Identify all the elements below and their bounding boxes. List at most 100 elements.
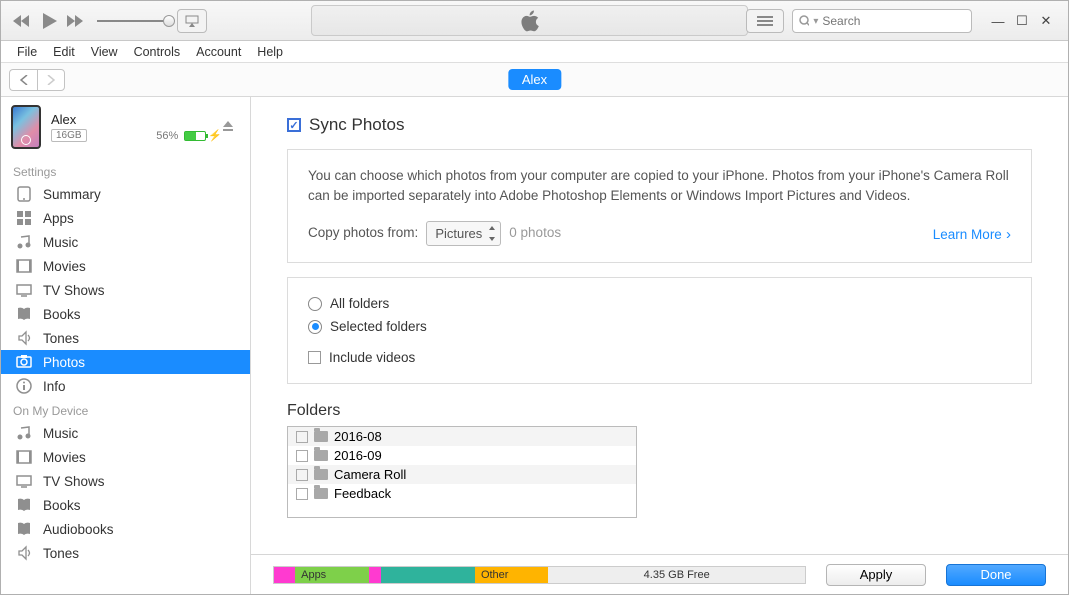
minimize-button[interactable]: —	[986, 11, 1010, 31]
menu-view[interactable]: View	[83, 43, 126, 61]
sidebar-item-music[interactable]: Music	[1, 421, 250, 445]
eject-button[interactable]	[222, 120, 234, 135]
device-thumbnail	[11, 105, 41, 149]
folder-row[interactable]: Camera Roll	[288, 465, 636, 484]
sidebar-item-label: TV Shows	[43, 283, 105, 298]
capacity-segment: Other	[475, 567, 548, 583]
close-button[interactable]: ✕	[1034, 11, 1058, 31]
battery-percent: 56%	[156, 130, 178, 142]
info-icon	[15, 378, 33, 394]
sidebar-item-label: Books	[43, 498, 81, 513]
capacity-segment	[369, 567, 381, 583]
menu-file[interactable]: File	[9, 43, 45, 61]
selected-folders-radio[interactable]	[308, 320, 322, 334]
sidebar-item-photos[interactable]: Photos	[1, 350, 250, 374]
folder-icon	[314, 431, 328, 442]
books-icon	[15, 497, 33, 513]
play-button[interactable]	[39, 11, 59, 31]
apple-logo-icon	[519, 8, 541, 34]
battery-icon	[184, 131, 206, 141]
music-icon	[15, 425, 33, 441]
folder-checkbox[interactable]	[296, 431, 308, 443]
sidebar-item-movies[interactable]: Movies	[1, 254, 250, 278]
movies-icon	[15, 258, 33, 274]
sidebar-item-books[interactable]: Books	[1, 493, 250, 517]
folder-icon	[314, 450, 328, 461]
capacity-segment: Apps	[295, 567, 368, 583]
folder-row[interactable]: 2016-09	[288, 446, 636, 465]
sidebar-item-label: Movies	[43, 259, 86, 274]
capacity-bar: Apps Other4.35 GB Free	[273, 566, 806, 584]
folders-header: Folders	[287, 402, 1032, 420]
apply-button[interactable]: Apply	[826, 564, 926, 586]
copy-from-select[interactable]: Pictures	[426, 221, 501, 247]
folder-list[interactable]: 2016-08 2016-09 Camera Roll Feedback	[287, 426, 637, 518]
sidebar-item-label: Tones	[43, 331, 79, 346]
sidebar-item-apps[interactable]: Apps	[1, 206, 250, 230]
search-input[interactable]: ▾	[792, 9, 972, 33]
device-name: Alex	[51, 112, 222, 127]
copy-from-label: Copy photos from:	[308, 223, 418, 243]
back-button[interactable]	[9, 69, 37, 91]
sidebar-item-tones[interactable]: Tones	[1, 541, 250, 565]
sidebar-item-tv-shows[interactable]: TV Shows	[1, 469, 250, 493]
photo-count: 0 photos	[509, 223, 561, 243]
menu-help[interactable]: Help	[249, 43, 291, 61]
folder-checkbox[interactable]	[296, 450, 308, 462]
all-folders-radio[interactable]	[308, 297, 322, 311]
sidebar-item-label: Apps	[43, 211, 74, 226]
apps-icon	[15, 210, 33, 226]
sidebar-item-music[interactable]: Music	[1, 230, 250, 254]
forward-button[interactable]	[37, 69, 65, 91]
now-playing-bar	[311, 5, 748, 36]
folder-icon	[314, 469, 328, 480]
sidebar-item-label: Info	[43, 379, 66, 394]
done-button[interactable]: Done	[946, 564, 1046, 586]
airplay-button[interactable]	[177, 9, 207, 33]
folder-name: Camera Roll	[334, 467, 406, 482]
on-device-header: On My Device	[1, 398, 250, 421]
folder-name: 2016-08	[334, 429, 382, 444]
audiobooks-icon	[15, 521, 33, 537]
learn-more-link[interactable]: Learn More	[933, 224, 1011, 247]
menu-edit[interactable]: Edit	[45, 43, 83, 61]
sidebar-item-tv-shows[interactable]: TV Shows	[1, 278, 250, 302]
tones-icon	[15, 545, 33, 561]
list-view-button[interactable]	[746, 9, 784, 33]
sidebar-item-label: Books	[43, 307, 81, 322]
volume-slider[interactable]	[97, 20, 169, 22]
tones-icon	[15, 330, 33, 346]
folder-row[interactable]: Feedback	[288, 484, 636, 503]
capacity-segment: 4.35 GB Free	[548, 567, 805, 583]
sidebar-item-summary[interactable]: Summary	[1, 182, 250, 206]
sidebar-item-tones[interactable]: Tones	[1, 326, 250, 350]
selected-folders-label: Selected folders	[330, 319, 427, 334]
sidebar-item-info[interactable]: Info	[1, 374, 250, 398]
prev-button[interactable]	[11, 13, 33, 29]
menu-controls[interactable]: Controls	[126, 43, 189, 61]
next-button[interactable]	[65, 13, 87, 29]
sidebar-item-label: Photos	[43, 355, 85, 370]
folder-name: Feedback	[334, 486, 391, 501]
settings-header: Settings	[1, 159, 250, 182]
sync-photos-checkbox[interactable]: ✓	[287, 118, 301, 132]
sidebar-item-movies[interactable]: Movies	[1, 445, 250, 469]
folder-row[interactable]: 2016-08	[288, 427, 636, 446]
folder-name: 2016-09	[334, 448, 382, 463]
sidebar-item-label: Tones	[43, 546, 79, 561]
charging-icon: ⚡	[208, 130, 222, 142]
sidebar-item-label: Movies	[43, 450, 86, 465]
folder-checkbox[interactable]	[296, 469, 308, 481]
maximize-button[interactable]: ☐	[1010, 11, 1034, 31]
device-pill[interactable]: Alex	[508, 69, 561, 90]
folder-checkbox[interactable]	[296, 488, 308, 500]
sidebar-item-label: Summary	[43, 187, 101, 202]
search-icon	[799, 15, 809, 27]
sidebar-item-audiobooks[interactable]: Audiobooks	[1, 517, 250, 541]
info-text: You can choose which photos from your co…	[308, 166, 1011, 207]
sidebar-item-books[interactable]: Books	[1, 302, 250, 326]
tv-icon	[15, 473, 33, 489]
include-videos-checkbox[interactable]	[308, 351, 321, 364]
menu-account[interactable]: Account	[188, 43, 249, 61]
books-icon	[15, 306, 33, 322]
